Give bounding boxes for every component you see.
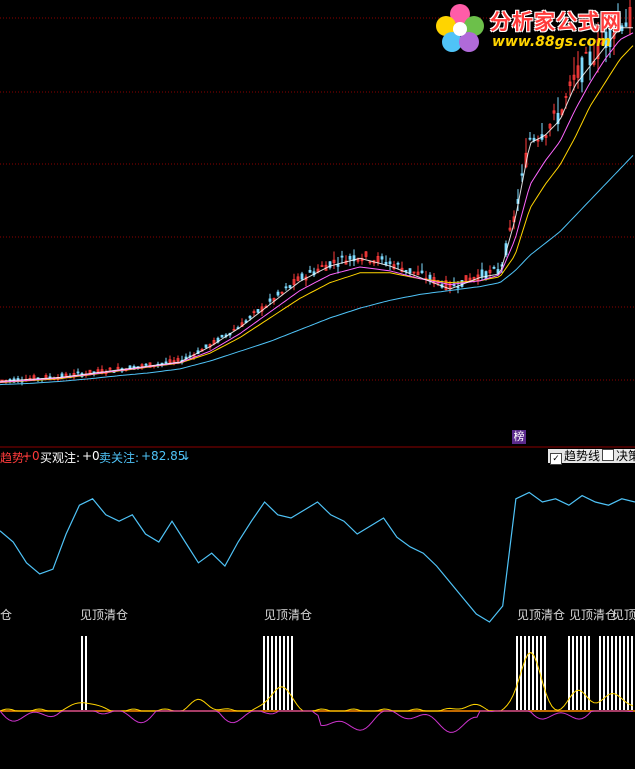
- decision-label: 决策: [616, 449, 635, 463]
- candle-body: [420, 270, 424, 274]
- candle-body: [276, 291, 280, 296]
- candle-body: [456, 286, 460, 289]
- candle-body: [340, 255, 344, 258]
- oscillator-line: [0, 491, 635, 623]
- price-grid: [0, 17, 635, 381]
- candle-body: [492, 266, 496, 269]
- candle-body: [164, 361, 168, 364]
- ma-line-ma_20: [0, 32, 634, 383]
- candle-body: [336, 264, 340, 267]
- decision-checkbox[interactable]: 决策: [600, 449, 635, 463]
- signal-bars: [81, 636, 633, 710]
- buy-watch-label: 买观注:: [40, 451, 81, 465]
- candle-body: [528, 137, 532, 140]
- candle-body: [248, 315, 252, 319]
- signal-label: 见顶: [612, 608, 635, 622]
- signal-label: 见顶清仓: [80, 608, 129, 622]
- candle-body: [204, 344, 208, 348]
- signal-label: 仓: [0, 608, 13, 622]
- candle-body: [396, 262, 400, 265]
- moving-average-lines: [0, 27, 634, 386]
- sell-watch-value: +82.85: [141, 449, 186, 463]
- candle-body: [256, 309, 260, 313]
- candle-body: [380, 256, 384, 260]
- logo-url: www.88gs.com: [492, 34, 611, 50]
- candle-body: [484, 271, 488, 279]
- lower-negative-line: [0, 710, 634, 733]
- logo-title: 分析家公式网: [490, 10, 622, 34]
- stock-chart: [0, 0, 635, 733]
- candle-body: [388, 261, 392, 265]
- candle-body: [408, 268, 412, 274]
- trend-line-label: 趋势线: [564, 449, 601, 463]
- trend-line-checkbox[interactable]: ✓ 趋势线: [548, 449, 603, 465]
- candle-body: [520, 173, 524, 176]
- signal-label: 见顶清仓: [517, 608, 566, 622]
- ma-line-ma_slow: [0, 155, 634, 386]
- candle-body: [288, 285, 292, 289]
- candlestick-series: [0, 0, 632, 386]
- lower-indicator: [0, 651, 635, 733]
- candle-body: [308, 269, 312, 273]
- site-logo: 分析家公式网 www.88gs.com: [432, 2, 632, 56]
- ma-line-ma5: [0, 27, 633, 382]
- down-arrow-icon: ↓: [181, 449, 192, 463]
- candle-body: [480, 269, 484, 277]
- checkbox-empty-icon: [602, 449, 614, 461]
- candle-body: [144, 363, 148, 366]
- ma-line-ma_mid: [0, 45, 634, 384]
- checkbox-checked-icon: ✓: [550, 453, 562, 465]
- trend-value: +0: [22, 449, 40, 463]
- ranking-badge[interactable]: 榜: [512, 430, 526, 444]
- candle-body: [348, 255, 352, 260]
- signal-label: 见顶清仓: [264, 608, 313, 622]
- candle-body: [268, 298, 272, 302]
- signal-label: 见顶清仓: [569, 608, 618, 622]
- candle-body: [300, 273, 304, 280]
- candle-body: [220, 334, 224, 338]
- candle-body: [76, 371, 80, 374]
- sell-focus-line: [0, 491, 635, 623]
- flower-icon: [436, 4, 484, 52]
- lower-positive-line: [0, 651, 634, 712]
- candle-body: [404, 269, 408, 272]
- candle-body: [284, 286, 288, 289]
- sell-watch-label: 卖关注:: [99, 451, 140, 465]
- candle-body: [428, 274, 432, 280]
- buy-watch-value: +0: [82, 449, 100, 463]
- candle-body: [580, 57, 584, 83]
